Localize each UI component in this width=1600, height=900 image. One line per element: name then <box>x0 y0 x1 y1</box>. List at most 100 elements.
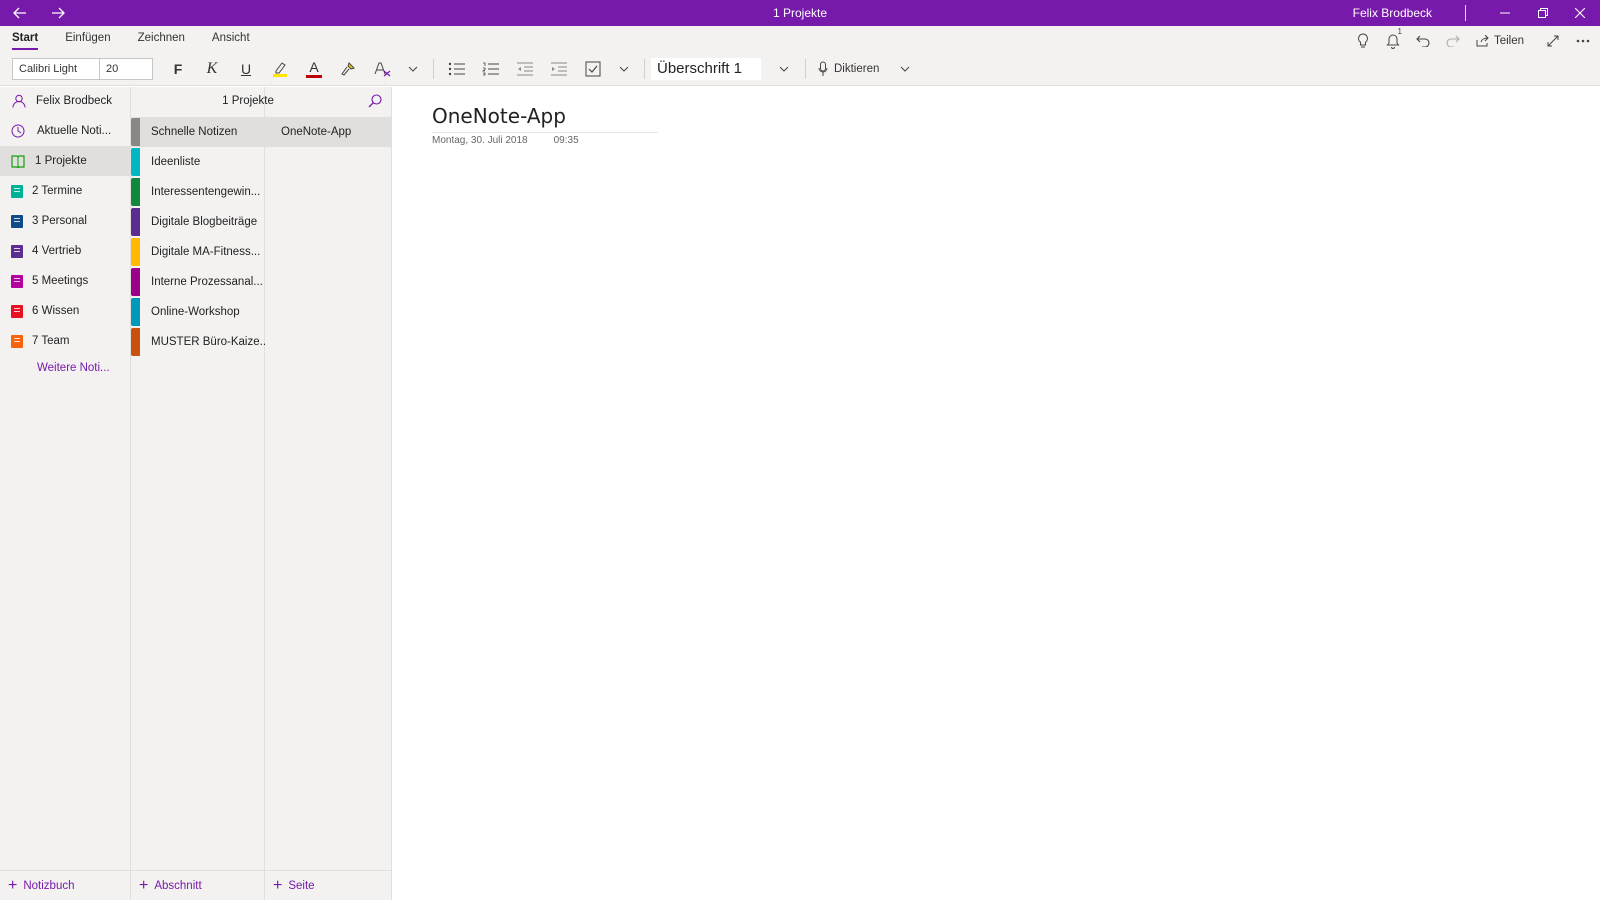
decrease-indent-button[interactable] <box>508 57 542 81</box>
section-label: Digitale MA-Fitness... <box>151 246 261 258</box>
share-icon <box>1476 35 1489 47</box>
indent-icon <box>551 62 567 76</box>
chevron-down-icon <box>408 66 418 72</box>
section-item-digitale-blogbeitraege[interactable]: Digitale Blogbeiträge <box>131 207 265 237</box>
increase-indent-button[interactable] <box>542 57 576 81</box>
notebook-label: 1 Projekte <box>35 155 87 167</box>
tab-einfuegen[interactable]: Einfügen <box>65 32 110 50</box>
minimize-button[interactable] <box>1485 0 1525 26</box>
section-item-interessentengewinnung[interactable]: Interessentengewin... <box>131 177 265 207</box>
tell-me-button[interactable] <box>1348 30 1378 52</box>
notification-count-badge: 1 <box>1397 27 1402 36</box>
notebook-label: 3 Personal <box>32 215 87 227</box>
font-size-input[interactable]: 20 <box>100 58 153 80</box>
undo-button[interactable] <box>1408 30 1438 52</box>
close-icon <box>1575 8 1585 18</box>
checkbox-icon <box>585 61 601 77</box>
section-item-ideenliste[interactable]: Ideenliste <box>131 147 265 177</box>
lightbulb-icon <box>1358 33 1368 48</box>
clear-format-icon <box>374 62 391 77</box>
notebook-item-3-personal[interactable]: 3 Personal <box>0 206 130 236</box>
numbered-list-button[interactable] <box>474 57 508 81</box>
section-item-interne-prozessanalyse[interactable]: Interne Prozessanal... <box>131 267 265 297</box>
section-item-online-workshop[interactable]: Online-Workshop <box>131 297 265 327</box>
account-name[interactable]: Felix Brodbeck <box>1353 0 1432 26</box>
bold-button[interactable]: F <box>161 57 195 81</box>
section-color-tab <box>131 208 140 236</box>
more-options-button[interactable] <box>1568 30 1598 52</box>
notebook-item-4-vertrieb[interactable]: 4 Vertrieb <box>0 236 130 266</box>
tags-dropdown[interactable] <box>610 57 638 81</box>
section-item-digitale-ma-fitness[interactable]: Digitale MA-Fitness... <box>131 237 265 267</box>
ellipsis-icon <box>1576 39 1590 43</box>
underline-button[interactable]: U <box>229 57 263 81</box>
section-item-schnelle-notizen[interactable]: Schnelle Notizen <box>131 117 265 147</box>
share-button[interactable]: Teilen <box>1468 35 1532 47</box>
tab-ansicht[interactable]: Ansicht <box>212 32 250 50</box>
paragraph-style-dropdown[interactable] <box>769 57 799 81</box>
highlight-button[interactable] <box>263 57 297 81</box>
ribbon-right-actions: 1 Teilen <box>1348 27 1600 52</box>
clear-formatting-button[interactable] <box>365 57 399 81</box>
notebook-item-2-termine[interactable]: 2 Termine <box>0 176 130 206</box>
dictate-options-dropdown[interactable] <box>891 57 919 81</box>
account-row[interactable]: Felix Brodbeck <box>0 87 130 115</box>
tab-zeichnen[interactable]: Zeichnen <box>138 32 185 50</box>
notebooks-panel: Felix Brodbeck Aktuelle Noti... 1 Projek… <box>0 87 131 900</box>
ribbon: Start Einfügen Zeichnen Ansicht 1 Teilen <box>0 26 1600 86</box>
notebook-item-6-wissen[interactable]: 6 Wissen <box>0 296 130 326</box>
paintbrush-icon <box>341 62 355 76</box>
notebook-item-1-projekte[interactable]: 1 Projekte <box>0 146 130 176</box>
italic-button[interactable]: K <box>195 57 229 81</box>
close-button[interactable] <box>1560 0 1600 26</box>
section-color-tab <box>131 148 140 176</box>
todo-tag-button[interactable] <box>576 57 610 81</box>
page-item-onenote-app[interactable]: OneNote-App <box>265 117 392 147</box>
more-formatting-dropdown[interactable] <box>399 57 427 81</box>
notifications-button[interactable]: 1 <box>1378 27 1408 52</box>
fullscreen-button[interactable] <box>1538 30 1568 52</box>
section-label: Schnelle Notizen <box>151 126 238 138</box>
page-list: OneNote-App <box>265 117 392 147</box>
formatting-toolbar: Calibri Light 20 F K U A Überschrift 1 D… <box>12 57 919 81</box>
section-color-tab <box>131 118 140 146</box>
minimize-icon <box>1500 12 1510 14</box>
add-page-button[interactable]: + Seite <box>265 870 392 900</box>
dictate-button[interactable]: Diktieren <box>812 61 885 77</box>
expand-icon <box>1547 35 1559 47</box>
add-section-button[interactable]: + Abschnitt <box>131 870 265 900</box>
share-label: Teilen <box>1493 35 1524 47</box>
notebook-item-5-meetings[interactable]: 5 Meetings <box>0 266 130 296</box>
restore-button[interactable] <box>1523 0 1563 26</box>
add-notebook-button[interactable]: + Notizbuch <box>0 870 131 900</box>
notebook-item-recent[interactable]: Aktuelle Noti... <box>0 116 130 146</box>
add-section-label: Abschnitt <box>154 879 202 892</box>
font-name-input[interactable]: Calibri Light <box>12 58 100 80</box>
font-color-glyph: A <box>309 58 319 75</box>
highlighter-icon <box>273 62 287 77</box>
sections-panel: Schnelle Notizen Ideenliste Interessente… <box>131 87 265 900</box>
redo-icon <box>1446 35 1460 47</box>
search-button[interactable] <box>365 91 385 111</box>
redo-button[interactable] <box>1438 30 1468 52</box>
more-notebooks-link[interactable]: Weitere Noti... <box>0 362 130 374</box>
font-color-button[interactable]: A <box>297 57 331 81</box>
add-notebook-label: Notizbuch <box>23 879 75 892</box>
notebook-icon <box>11 334 23 348</box>
page-canvas[interactable]: OneNote-App Montag, 30. Juli 2018 09:35 <box>393 87 1600 900</box>
notebook-icon <box>11 274 23 288</box>
format-painter-button[interactable] <box>331 57 365 81</box>
notebook-item-7-team[interactable]: 7 Team <box>0 326 130 356</box>
undo-icon <box>1416 35 1430 47</box>
page-date: Montag, 30. Juli 2018 <box>432 135 528 146</box>
bullet-list-button[interactable] <box>440 57 474 81</box>
chevron-down-icon <box>901 66 910 72</box>
page-title[interactable]: OneNote-App <box>432 104 658 133</box>
microphone-icon <box>818 61 828 76</box>
paragraph-style-select[interactable]: Überschrift 1 <box>651 58 761 80</box>
section-item-muster-buero-kaizen[interactable]: MUSTER Büro-Kaize... <box>131 327 265 357</box>
section-label: Interne Prozessanal... <box>151 276 263 288</box>
notebook-icon <box>11 214 23 228</box>
tab-start[interactable]: Start <box>12 32 39 50</box>
bullet-list-icon <box>448 62 465 76</box>
